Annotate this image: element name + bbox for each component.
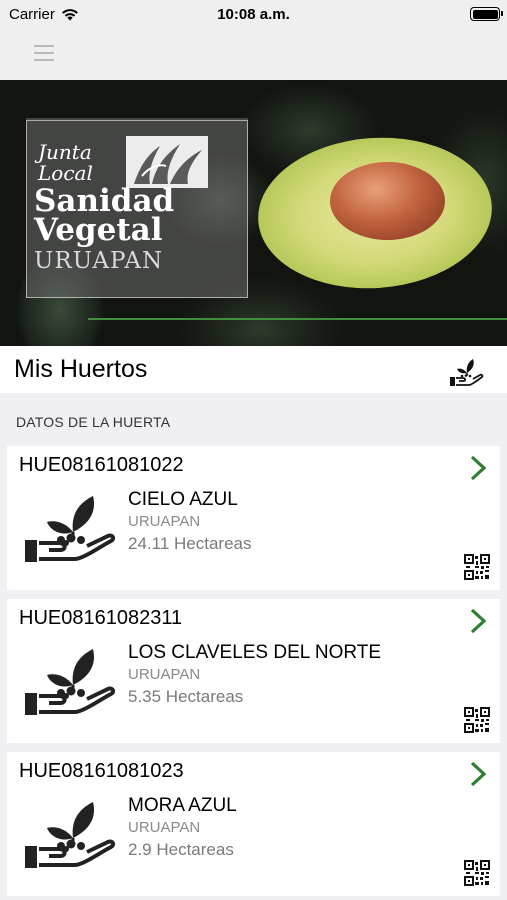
orchard-area: 24.11 Hectareas bbox=[128, 534, 252, 553]
qr-code-icon[interactable] bbox=[464, 707, 490, 733]
hamburger-icon bbox=[34, 45, 54, 47]
orchard-name: CIELO AZUL bbox=[128, 489, 238, 510]
orchard-area: 5.35 Hectareas bbox=[128, 687, 244, 706]
hamburger-line bbox=[34, 52, 54, 54]
chevron-right-icon[interactable] bbox=[468, 607, 488, 635]
orchard-card[interactable]: HUE08161082311 LOS CLAVELES DEL NORTE UR… bbox=[7, 599, 500, 743]
banner-divider bbox=[88, 318, 507, 320]
hand-plant-icon bbox=[25, 802, 116, 868]
orchard-city: URUAPAN bbox=[128, 666, 201, 683]
menu-button[interactable] bbox=[30, 42, 60, 66]
hand-plant-icon bbox=[25, 496, 116, 562]
logo-text-vegetal: Vegetal bbox=[34, 212, 163, 248]
hand-plant-icon bbox=[450, 359, 484, 386]
orchard-name: LOS CLAVELES DEL NORTE bbox=[128, 642, 382, 663]
add-orchard-button[interactable] bbox=[449, 355, 485, 387]
page-title: Mis Huertos bbox=[14, 355, 148, 383]
orchard-id: HUE08161081022 bbox=[19, 454, 184, 476]
chevron-right-icon[interactable] bbox=[468, 760, 488, 788]
logo-text-local: Local bbox=[38, 161, 93, 185]
orchard-city: URUAPAN bbox=[128, 513, 201, 530]
logo-text-city: URUAPAN bbox=[34, 248, 164, 274]
orchard-card[interactable]: HUE08161081023 MORA AZUL URUAPAN 2.9 Hec… bbox=[7, 752, 500, 896]
hamburger-line bbox=[34, 59, 54, 61]
chevron-right-icon[interactable] bbox=[468, 454, 488, 482]
navigation-bar bbox=[0, 28, 507, 80]
battery-icon bbox=[470, 7, 503, 21]
qr-code-icon[interactable] bbox=[464, 860, 490, 886]
avocado-seed-image bbox=[330, 162, 445, 240]
section-label: DATOS DE LA HUERTA bbox=[16, 414, 171, 430]
orchard-area: 2.9 Hectareas bbox=[128, 840, 234, 859]
status-bar: Carrier 10:08 a.m. bbox=[0, 0, 507, 28]
logo-emblem-icon bbox=[126, 136, 208, 188]
orchard-city: URUAPAN bbox=[128, 819, 201, 836]
orchard-id: HUE08161082311 bbox=[19, 607, 183, 629]
orchard-name: MORA AZUL bbox=[128, 795, 237, 816]
orchard-card[interactable]: HUE08161081022 CIELO AZUL URUAPAN 24.11 … bbox=[7, 446, 500, 590]
status-time: 10:08 a.m. bbox=[217, 6, 290, 23]
page-header: Mis Huertos bbox=[0, 346, 507, 393]
hand-plant-icon bbox=[25, 649, 116, 715]
qr-code-icon[interactable] bbox=[464, 554, 490, 580]
orchard-id: HUE08161081023 bbox=[19, 760, 184, 782]
